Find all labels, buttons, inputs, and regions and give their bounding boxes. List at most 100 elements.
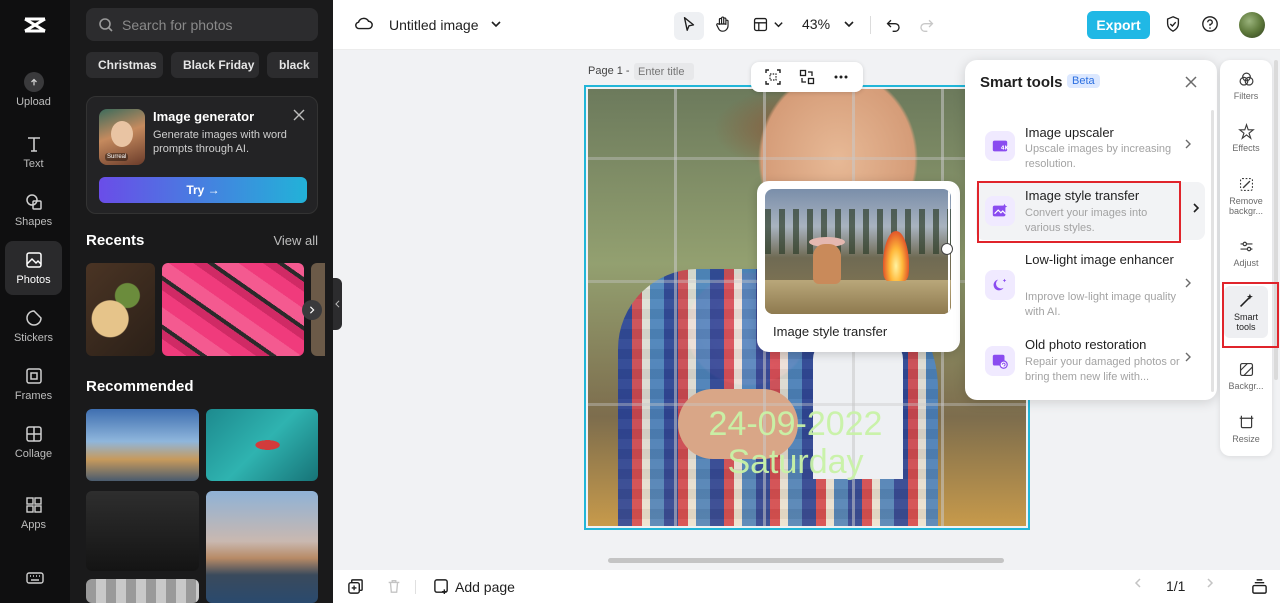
capcut-logo-icon[interactable]	[22, 12, 48, 38]
prev-page-button[interactable]	[1133, 578, 1143, 588]
page-title-input[interactable]	[634, 63, 694, 80]
rail-label: Shapes	[14, 216, 53, 228]
chevron-down-icon[interactable]	[485, 13, 507, 35]
next-page-button[interactable]	[1205, 578, 1215, 588]
tool-description-text: Repair your damaged photos or bring them…	[1025, 356, 1180, 383]
rail-label: Apps	[20, 519, 47, 531]
document-title[interactable]: Untitled image	[389, 17, 479, 33]
beta-badge: Beta	[1067, 74, 1100, 88]
view-all-link[interactable]: View all	[273, 233, 318, 248]
export-button[interactable]: Export	[1087, 11, 1150, 39]
recommended-photo-skyline[interactable]	[206, 491, 318, 603]
rail-label: Filters	[1233, 91, 1259, 101]
rail-item-photos[interactable]: Photos	[5, 241, 62, 295]
filters-icon	[1239, 72, 1253, 86]
rail-label: Remove backgr...	[1228, 196, 1264, 216]
tool-low-light-enhancer[interactable]: Low-light image enhancer Improve low-lig…	[976, 250, 1205, 322]
rail-item-resize[interactable]: Resize	[1224, 414, 1268, 444]
chevron-down-icon[interactable]	[838, 13, 860, 35]
rail-label: Text	[23, 158, 44, 170]
pointer-icon	[678, 13, 700, 35]
recommended-photo-city-sky[interactable]	[86, 409, 199, 481]
tool-name: Old photo restoration	[1025, 337, 1147, 352]
help-icon[interactable]	[1199, 13, 1221, 35]
apps-icon	[25, 497, 42, 513]
chip-black-friday[interactable]: Black Friday	[171, 52, 259, 78]
recommended-photo-boat[interactable]	[206, 409, 318, 481]
redo-icon[interactable]	[915, 13, 937, 35]
chevron-right-icon	[1193, 203, 1200, 213]
close-icon[interactable]	[1184, 75, 1198, 89]
canvas-overlay-text[interactable]: 24-09-2022 Saturday	[588, 405, 1003, 481]
chevron-left-icon	[1134, 578, 1141, 588]
rail-label: Stickers	[13, 332, 54, 344]
rail-item-effects[interactable]: Effects	[1224, 123, 1268, 153]
remove-background-icon	[1239, 177, 1253, 192]
compare-slider-handle[interactable]	[941, 243, 953, 255]
tool-old-photo-restoration[interactable]: Old photo restoration Repair your damage…	[976, 334, 1205, 390]
close-icon[interactable]	[293, 109, 305, 121]
horizontal-scrollbar[interactable]	[608, 558, 1004, 563]
search-box[interactable]	[86, 8, 318, 41]
effects-icon	[1237, 123, 1255, 140]
highlight-smart-tools	[1222, 282, 1279, 348]
rail-label: Adjust	[1233, 258, 1259, 268]
duplicate-page-icon[interactable]	[347, 578, 364, 595]
generator-title: Image generator	[153, 109, 255, 124]
rail-item-text[interactable]: Text	[5, 125, 62, 179]
add-page-button[interactable]: Add page	[433, 578, 515, 595]
chip-christmas[interactable]: Christmas	[86, 52, 163, 78]
rail-item-upload[interactable]: Upload	[5, 63, 62, 117]
rail-item-frames[interactable]: Frames	[5, 357, 62, 411]
more-icon[interactable]	[833, 69, 849, 85]
rail-item-background[interactable]: Backgr...	[1224, 361, 1268, 391]
bottom-bar: Add page 1/1	[333, 570, 1280, 603]
keyboard-icon[interactable]	[25, 568, 45, 588]
cloud-icon[interactable]	[353, 13, 375, 35]
frames-icon	[25, 368, 42, 384]
rail-item-stickers[interactable]: Stickers	[5, 299, 62, 353]
delete-page-icon[interactable]	[386, 578, 402, 594]
tool-description: Upscale images by increasing resolution.	[1025, 143, 1172, 170]
search-input[interactable]	[122, 16, 312, 33]
shield-icon[interactable]	[1162, 13, 1184, 35]
rail-item-collage[interactable]: Collage	[5, 415, 62, 469]
try-button[interactable]: Try →	[99, 177, 307, 203]
add-page-icon	[434, 579, 448, 595]
rail-item-apps[interactable]: Apps	[5, 486, 62, 540]
hand-icon[interactable]	[712, 13, 734, 35]
preview-image	[765, 189, 951, 314]
panel-collapse-button[interactable]	[333, 278, 342, 330]
rail-label: Backgr...	[1228, 381, 1264, 391]
rail-item-remove-background[interactable]: Remove backgr...	[1224, 176, 1268, 216]
layers-icon[interactable]	[1251, 578, 1268, 595]
rail-item-shapes[interactable]: Shapes	[5, 183, 62, 237]
recommended-photo-dark-texture[interactable]	[86, 491, 199, 571]
tool-image-upscaler[interactable]: 4K Image upscaler Upscale images by incr…	[976, 117, 1205, 179]
recommended-photo-partial[interactable]	[86, 579, 199, 603]
zoom-level[interactable]: 43%	[802, 16, 830, 32]
chip-black[interactable]: black	[267, 52, 318, 78]
replace-icon[interactable]	[799, 69, 815, 85]
stickers-icon	[25, 310, 42, 326]
rail-item-adjust[interactable]: Adjust	[1224, 238, 1268, 268]
undo-icon[interactable]	[882, 13, 904, 35]
smart-tools-scrollbar[interactable]	[1211, 110, 1214, 392]
right-rail: Filters Effects Remove backgr... Adjust …	[1220, 60, 1272, 456]
avatar[interactable]	[1239, 12, 1265, 38]
chevron-down-icon[interactable]	[767, 13, 789, 35]
recent-photo-pink-collage[interactable]	[162, 263, 304, 356]
recents-next-button[interactable]	[302, 300, 322, 320]
recent-photo-tacos[interactable]	[86, 263, 155, 356]
generator-description: Generate images with word prompts throug…	[153, 129, 287, 155]
recents-title: Recents	[86, 232, 145, 249]
resize-icon	[1239, 415, 1253, 429]
select-area-icon[interactable]	[765, 69, 781, 85]
adjust-icon	[1240, 241, 1252, 252]
canvas-floating-toolbar	[751, 62, 863, 92]
svg-text:4K: 4K	[1001, 146, 1009, 152]
page-counter: 1/1	[1166, 578, 1186, 594]
rail-item-filters[interactable]: Filters	[1224, 71, 1268, 101]
highlight-style-transfer	[977, 181, 1181, 243]
top-bar: Untitled image 43% Export	[333, 0, 1280, 50]
